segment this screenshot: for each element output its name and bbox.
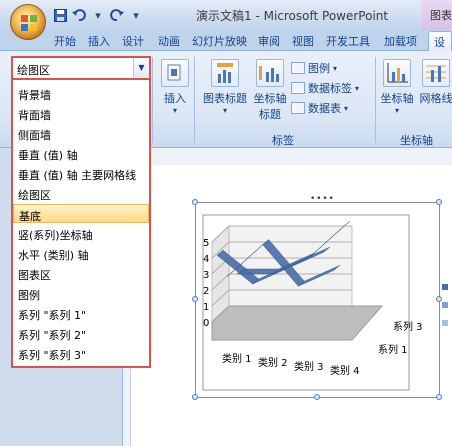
resize-handle[interactable] [192, 394, 198, 400]
save-icon[interactable] [52, 7, 68, 23]
tab-view[interactable]: 视图 [292, 33, 314, 49]
dropdown-item-rear-wall[interactable]: 背面墙 [13, 104, 149, 123]
resize-handle[interactable] [192, 296, 198, 302]
data-table-button[interactable]: 数据表 ▾ [291, 100, 348, 116]
dropdown-item-side-wall[interactable]: 侧面墙 [13, 124, 149, 143]
data-labels-icon [291, 82, 305, 94]
quick-access-toolbar: ▾ ▾ [52, 6, 144, 24]
title-bar: ▾ ▾ 演示文稿1 - Microsoft PowerPoint 图表 [0, 0, 452, 30]
axes-button[interactable]: 坐标轴 ▾ [380, 59, 414, 115]
dropdown-item-depth-axis[interactable]: 竖(系列)坐标轴 [13, 224, 149, 243]
chart-element-selector[interactable]: 绘图区 ▼ [11, 56, 151, 80]
chart-title-button[interactable]: 图表标题 ▾ [201, 59, 249, 115]
legend-button[interactable]: 图例 ▾ [291, 60, 337, 76]
dropdown-item-series-2[interactable]: 系列 "系列 2" [13, 324, 149, 343]
insert-shape-icon [161, 59, 189, 87]
group-label-labels: 标签 [272, 134, 294, 147]
move-handle-dots[interactable]: • • • • [310, 194, 334, 204]
dropdown-item-legend[interactable]: 图例 [13, 284, 149, 303]
insert-button[interactable]: 插入 ▾ [160, 59, 190, 115]
chart-title-icon [211, 59, 239, 87]
tab-home[interactable]: 开始 [54, 33, 76, 49]
resize-handle[interactable] [436, 199, 442, 205]
redo-icon[interactable] [109, 7, 125, 23]
dropdown-item-back-wall[interactable]: 背景墙 [13, 84, 149, 103]
gridlines-button[interactable]: 网格线 [417, 59, 452, 106]
tab-insert[interactable]: 插入 [88, 33, 110, 49]
chart-object[interactable] [195, 202, 440, 398]
dropdown-item-plot-area[interactable]: 绘图区 [13, 184, 149, 203]
data-table-icon [291, 102, 305, 114]
tab-slideshow[interactable]: 幻灯片放映 [192, 33, 247, 49]
legend-icon [291, 62, 305, 74]
chart-element-current: 绘图区 [17, 64, 50, 77]
tab-addins[interactable]: 加载项 [384, 33, 417, 49]
dropdown-arrow-icon[interactable]: ▾ [90, 7, 106, 23]
group-label-axes: 坐标轴 [400, 134, 433, 147]
axis-titles-button[interactable]: 坐标轴 标题 [251, 59, 289, 122]
ribbon-tab-bar: 开始 插入 设计 动画 幻灯片放映 审阅 视图 开发工具 加载项 设计 [0, 30, 452, 65]
ribbon-separator [194, 57, 195, 143]
axes-icon [383, 59, 411, 87]
tab-animation[interactable]: 动画 [158, 33, 180, 49]
ribbon-separator [375, 57, 376, 143]
undo-icon[interactable] [71, 7, 87, 23]
dropdown-item-series-3[interactable]: 系列 "系列 3" [13, 344, 149, 363]
customize-qat-icon[interactable]: ▾ [128, 7, 144, 23]
gridlines-icon [422, 59, 450, 87]
dropdown-item-vertical-axis[interactable]: 垂直 (值) 轴 [13, 144, 149, 163]
dropdown-item-horizontal-axis[interactable]: 水平 (类别) 轴 [13, 244, 149, 263]
tab-chart-design[interactable]: 设计 [428, 31, 452, 65]
ribbon-separator [152, 57, 153, 143]
office-button[interactable] [10, 4, 46, 40]
tab-developer[interactable]: 开发工具 [326, 33, 370, 49]
dropdown-item-chart-area[interactable]: 图表区 [13, 264, 149, 283]
data-labels-button[interactable]: 数据标签 ▾ [291, 80, 359, 96]
dropdown-item-vertical-gridlines[interactable]: 垂直 (值) 轴 主要网格线 [13, 164, 149, 183]
tab-review[interactable]: 审阅 [258, 33, 280, 49]
chart-tools-context-tab[interactable]: 图表 [422, 0, 452, 30]
resize-handle[interactable] [436, 296, 442, 302]
chart-element-dropdown: 背景墙 背面墙 侧面墙 垂直 (值) 轴 垂直 (值) 轴 主要网格线 绘图区 … [11, 80, 151, 368]
resize-handle[interactable] [436, 394, 442, 400]
office-logo-icon [21, 15, 37, 31]
window-title: 演示文稿1 - Microsoft PowerPoint [196, 9, 389, 23]
tab-design[interactable]: 设计 [122, 33, 144, 49]
axis-titles-icon [256, 59, 284, 87]
chevron-down-icon[interactable]: ▼ [133, 58, 149, 78]
resize-handle[interactable] [192, 199, 198, 205]
dropdown-item-floor[interactable]: 基底 [13, 204, 149, 223]
dropdown-item-series-1[interactable]: 系列 "系列 1" [13, 304, 149, 323]
resize-handle[interactable] [314, 394, 320, 400]
